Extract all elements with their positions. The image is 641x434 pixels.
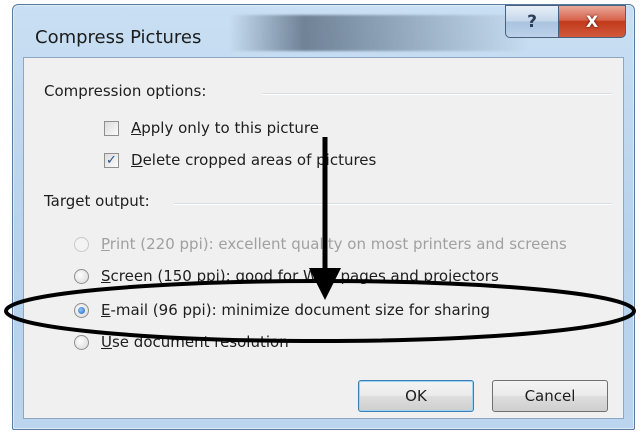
cancel-button[interactable]: Cancel [492,380,608,412]
target-output-label: Target output: [44,192,150,210]
compression-options-label: Compression options: [44,82,207,100]
email-radio-row[interactable]: E-mail (96 ppi): minimize document size … [74,301,490,319]
document-resolution-radio[interactable] [74,334,89,350]
dialog-title: Compress Pictures [35,27,202,48]
email-label: E-mail (96 ppi): minimize document size … [101,301,490,319]
delete-cropped-label-rest: elete cropped areas of pictures [142,151,377,169]
delete-cropped-label-mnemonic: D [131,151,143,169]
compression-options-divider [262,93,612,95]
document-resolution-label: Use document resolution [101,333,289,351]
delete-cropped-checkbox[interactable]: ✓ [104,152,119,168]
title-bar-glare [229,15,529,51]
apply-only-label-mnemonic: A [131,119,142,137]
document-resolution-radio-row[interactable]: Use document resolution [74,333,289,351]
delete-cropped-checkbox-row[interactable]: ✓ Delete cropped areas of pictures [104,151,376,169]
apply-only-label-rest: pply only to this picture [141,119,319,137]
close-button[interactable]: X [558,5,626,38]
print-label-rest: rint (220 ppi): excellent quality on mos… [109,235,567,253]
apply-only-checkbox[interactable] [104,120,119,136]
compress-pictures-dialog: Compress Pictures ? X Compression option… [12,4,635,430]
screen-radio-row[interactable]: Screen (150 ppi): good for Web pages and… [74,267,499,285]
target-output-header: Target output: [44,192,150,210]
apply-only-label: Apply only to this picture [131,119,319,137]
email-radio[interactable] [74,302,89,318]
print-label: Print (220 ppi): excellent quality on mo… [101,235,567,253]
checkmark-icon: ✓ [106,152,117,168]
close-icon: X [585,12,599,31]
document-resolution-label-rest: se document resolution [111,333,289,351]
help-icon: ? [527,11,537,32]
email-label-rest: -mail (96 ppi): minimize document size f… [110,301,491,319]
screen-label-rest: creen (150 ppi): good for Web pages and … [110,267,499,285]
document-resolution-label-mnemonic: U [101,333,112,351]
screen-label-mnemonic: S [101,267,111,285]
apply-only-checkbox-row[interactable]: Apply only to this picture [104,119,319,137]
title-bar[interactable]: Compress Pictures ? X [13,5,634,57]
print-radio-row[interactable]: Print (220 ppi): excellent quality on mo… [74,235,567,253]
print-label-mnemonic: P [101,235,110,253]
screen-radio[interactable] [74,268,89,284]
print-radio[interactable] [74,236,89,252]
target-output-divider [174,203,612,205]
dialog-body: Compression options: Apply only to this … [23,57,624,419]
help-button[interactable]: ? [505,5,559,38]
ok-button[interactable]: OK [358,380,474,412]
compression-options-header: Compression options: [44,82,206,100]
delete-cropped-label: Delete cropped areas of pictures [131,151,376,169]
screen-label: Screen (150 ppi): good for Web pages and… [101,267,499,285]
